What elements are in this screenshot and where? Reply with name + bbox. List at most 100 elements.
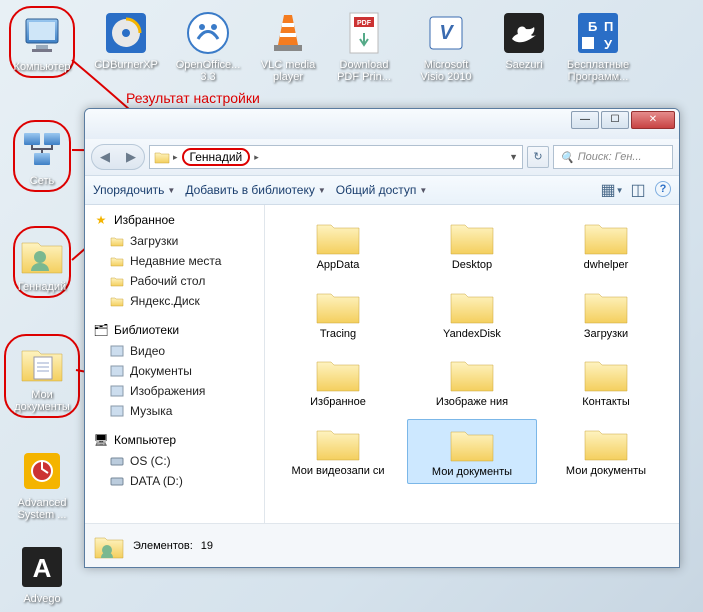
folder-icon [582,217,630,257]
svg-text:A: A [33,553,52,583]
folder-label: Мои видеозапи си [275,465,401,478]
nav-back-forward[interactable]: ◀ ▶ [91,144,145,170]
desktop-icon[interactable]: AAdvego [4,540,80,608]
folder-item[interactable]: Мои документы [541,419,671,484]
tree-item-icon [109,233,125,249]
folder-label: Контакты [543,396,669,409]
desktop-icon[interactable]: БПУБесплатные Программ... [560,6,636,86]
back-icon[interactable]: ◀ [92,145,118,169]
visio-icon: V [422,9,470,57]
refresh-button[interactable]: ↻ [527,146,549,168]
tree-item[interactable]: Загрузки [85,231,264,251]
address-sep-icon: ▸ [173,152,178,163]
tree-item-label: Видео [130,344,165,358]
folder-item[interactable]: Изображе ния [407,350,537,413]
desktop-icon-label: Advanced System ... [7,497,77,521]
address-bar[interactable]: ▸ Геннадий ▸ ▼ [149,145,523,169]
folder-item[interactable]: dwhelper [541,213,671,276]
status-label: Элементов: [133,540,193,552]
tree-favorites[interactable]: ★ Избранное [85,209,264,231]
tree-item-label: Документы [130,364,192,378]
tree-item[interactable]: OS (C:) [85,451,264,471]
user-folder-icon [93,530,125,562]
close-button[interactable]: ✕ [631,111,675,129]
desktop-icon[interactable]: Saezuri [486,6,562,74]
address-current[interactable]: Геннадий [182,148,251,166]
toolbar: Упорядочить▼ Добавить в библиотеку▼ Общи… [85,175,679,205]
desktop-icon-label: Download PDF Prin... [329,59,399,83]
help-button[interactable]: ? [655,181,671,197]
tree-item-label: DATA (D:) [130,474,183,488]
folder-item[interactable]: Мои документы [407,419,537,484]
tree-item[interactable]: DATA (D:) [85,471,264,491]
status-count: 19 [201,540,213,552]
desktop-icon-label: OpenOffice... 3.3 [173,59,243,83]
tree-item[interactable]: Документы [85,361,264,381]
desktop-icon[interactable]: Компьютер [4,6,80,78]
address-dropdown-icon[interactable]: ▼ [509,152,518,162]
desktop-icon[interactable]: Мои документы [4,334,80,418]
tree-item-icon [109,343,125,359]
tree-item[interactable]: Изображения [85,381,264,401]
organize-button[interactable]: Упорядочить▼ [93,183,175,197]
folder-item[interactable]: Контакты [541,350,671,413]
desktop-icon[interactable]: VMicrosoft Visio 2010 [408,6,484,86]
svg-text:У: У [604,37,613,52]
search-input[interactable]: 🔍 Поиск: Ген... [553,145,673,169]
folder-item[interactable]: Tracing [273,282,403,345]
folder-content[interactable]: AppDataDesktop dwhelper TracingYandexDisk З… [265,205,679,523]
svg-text:П: П [604,19,613,34]
folder-item[interactable]: Загрузки [541,282,671,345]
preview-pane-button[interactable]: ◫ [629,181,647,199]
add-to-library-button[interactable]: Добавить в библиотеку▼ [185,183,325,197]
view-button[interactable]: ▦ ▼ [603,181,621,199]
tree-item[interactable]: Рабочий стол [85,271,264,291]
desktop-icon[interactable]: Advanced System ... [4,444,80,524]
nav-bar: ◀ ▶ ▸ Геннадий ▸ ▼ ↻ 🔍 Поиск: Ген... [85,139,679,175]
status-bar: Элементов: 19 [85,523,679,567]
share-button[interactable]: Общий доступ▼ [336,183,428,197]
folder-label: dwhelper [543,259,669,272]
desktop-icon[interactable]: OpenOffice... 3.3 [170,6,246,86]
forward-icon[interactable]: ▶ [118,145,144,169]
folder-item[interactable]: Desktop [407,213,537,276]
tree-item[interactable]: Видео [85,341,264,361]
svg-text:Б: Б [588,19,597,34]
address-root[interactable]: ▸ [154,150,178,164]
titlebar[interactable]: — ☐ ✕ [85,109,679,139]
advego-icon: A [18,543,66,591]
folder-item[interactable]: Избранное [273,350,403,413]
maximize-button[interactable]: ☐ [601,111,629,129]
folder-label: Мои документы [410,466,534,479]
navigation-tree[interactable]: ★ Избранное ЗагрузкиНедавние местаРабочи… [85,205,265,523]
network-icon [18,125,66,173]
tree-item-icon [109,473,125,489]
tree-item-icon [109,273,125,289]
desktop-icon[interactable]: CDBurnerXP [88,6,164,74]
libraries-icon: 🗂 [93,322,109,338]
desktop-icon-label: Мои документы [9,389,75,413]
folder-icon [448,354,496,394]
desktop-icon[interactable]: Сеть [4,120,80,192]
desktop-icon[interactable]: PDFDownload PDF Prin... [326,6,402,86]
desktop-icon-label: Компьютер [14,61,71,73]
tree-item[interactable]: Яндекс.Диск [85,291,264,311]
desktop-icon[interactable]: Геннадий [4,226,80,298]
tree-item-icon [109,293,125,309]
userfolder-icon [18,231,66,279]
folder-item[interactable]: Мои видеозапи си [273,419,403,484]
folder-label: Загрузки [543,328,669,341]
desktop-icon[interactable]: VLC media player [250,6,326,86]
tree-computer[interactable]: 🖥 Компьютер [85,429,264,451]
tree-item[interactable]: Музыка [85,401,264,421]
folder-item[interactable]: AppData [273,213,403,276]
minimize-button[interactable]: — [571,111,599,129]
desktop-icon-label: CDBurnerXP [94,59,158,71]
tree-item[interactable]: Недавние места [85,251,264,271]
tree-libraries[interactable]: 🗂 Библиотеки [85,319,264,341]
tree-item-label: Изображения [130,384,205,398]
folder-label: Изображе ния [409,396,535,409]
desktop-icon-label: Сеть [18,175,66,187]
cdburner-icon [102,9,150,57]
folder-item[interactable]: YandexDisk [407,282,537,345]
